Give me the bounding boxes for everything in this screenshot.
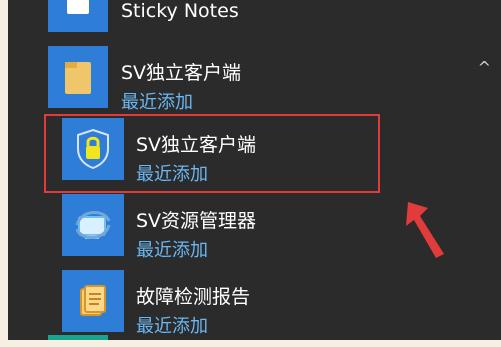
recently-added-label: 最近添加: [121, 92, 193, 113]
app-fault-report[interactable]: 故障检测报告 最近添加: [8, 270, 501, 340]
red-arrow-icon: [406, 202, 444, 258]
bottom-tile-strip: [48, 335, 108, 340]
chevron-up-icon[interactable]: ^: [478, 58, 491, 77]
recently-added-label: 最近添加: [136, 164, 208, 185]
app-label: 故障检测报告: [136, 286, 251, 308]
folder-group-sv-client[interactable]: SV独立客户端 最近添加: [8, 46, 501, 116]
start-menu-panel: Sticky Notes SV独立客户端 最近添加 ^ SV独立客户端 最近添加: [8, 0, 501, 340]
folder-label: SV独立客户端: [121, 62, 242, 84]
app-sticky-notes[interactable]: Sticky Notes: [8, 0, 501, 32]
recently-added-label: 最近添加: [136, 240, 208, 261]
app-sv-client[interactable]: SV独立客户端 最近添加: [8, 118, 501, 188]
recently-added-label: 最近添加: [136, 316, 208, 337]
app-label: Sticky Notes: [121, 0, 239, 22]
sticky-notes-icon: [48, 0, 108, 32]
report-icon: [62, 270, 124, 332]
explorer-icon: [62, 194, 124, 256]
app-label: SV独立客户端: [136, 134, 257, 156]
app-label: SV资源管理器: [136, 210, 257, 232]
shield-lock-icon: [62, 118, 124, 180]
folder-icon: [48, 46, 108, 108]
